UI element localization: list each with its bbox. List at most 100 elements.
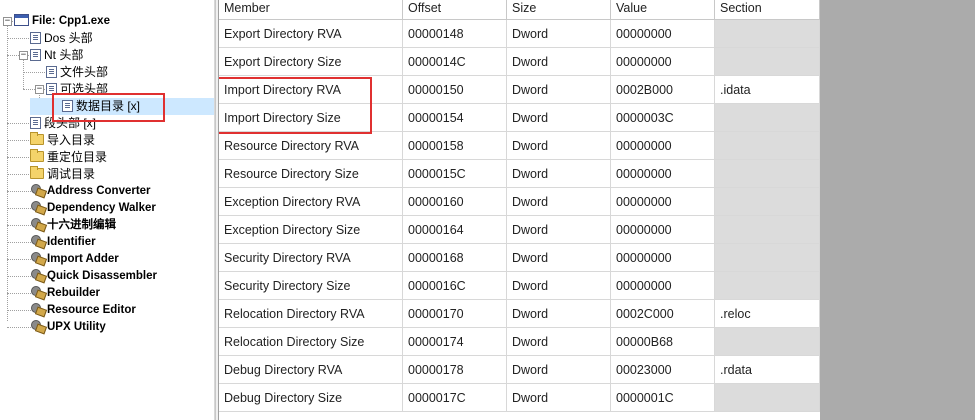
column-header[interactable]: Value [611,0,715,20]
table-row[interactable]: Resource Directory RVA 00000158 Dword 00000… [219,132,820,160]
table-cell: 00000000 [611,160,715,188]
table-cell: Dword [507,104,611,132]
tree-item-label: File: Cpp1.exe [32,15,110,27]
table-row[interactable]: Export Directory Size 0000014C Dword 000000… [219,48,820,76]
table-cell [715,328,820,356]
table-cell [715,188,820,216]
page-icon [62,99,73,112]
table-cell: Dword [507,132,611,160]
table-cell: Dword [507,160,611,188]
table-cell: Dword [507,244,611,272]
tree-connector-line [23,72,47,73]
tree-item-label: 数据目录 [x] [76,99,141,113]
table-cell: 00000168 [403,244,507,272]
table-cell: 00000154 [403,104,507,132]
tree-item-label: Import Adder [47,253,119,265]
tree-item[interactable]: Identifier [30,234,96,251]
table-cell: Security Directory Size [219,272,403,300]
table-cell: Debug Directory RVA [219,356,403,384]
page-icon [30,31,41,44]
tool-icon [30,302,44,315]
table-cell: Exception Directory RVA [219,188,403,216]
table-row[interactable]: Security Directory RVA 00000168 Dword 00000… [219,244,820,272]
table-row[interactable]: Security Directory Size 0000016C Dword 0000… [219,272,820,300]
table-cell: Dword [507,328,611,356]
tree-item[interactable]: 十六进制编辑 [30,217,116,234]
table-cell: Relocation Directory Size [219,328,403,356]
tree-item[interactable]: Dependency Walker [30,200,156,217]
tree-connector-line [7,140,31,141]
tree-collapse-toggle[interactable]: − [3,17,12,26]
tree-item[interactable]: Nt 头部 [30,47,83,64]
table-cell: 00000000 [611,20,715,48]
tree-connector-line [7,293,31,294]
table-cell: Dword [507,76,611,104]
table-row[interactable]: Relocation Directory RVA 00000170 Dword 000… [219,300,820,328]
tree-item-label: Nt 头部 [44,48,84,62]
tree-item[interactable]: File: Cpp1.exe [14,13,110,30]
tree-item[interactable]: UPX Utility [30,319,106,336]
table-cell: Dword [507,48,611,76]
table-cell: Dword [507,188,611,216]
tree-item[interactable]: 数据目录 [x] [30,98,214,115]
table-row[interactable]: Export Directory RVA 00000148 Dword 0000000… [219,20,820,48]
table-row[interactable]: Exception Directory Size 00000164 Dword 000… [219,216,820,244]
tool-icon [30,234,44,247]
tree-item[interactable]: Address Converter [30,183,151,200]
table-row[interactable]: Debug Directory RVA 00000178 Dword 00023000… [219,356,820,384]
tool-icon [30,183,44,196]
tree-item-label: Quick Disassembler [47,270,157,282]
table-cell: Export Directory Size [219,48,403,76]
table-cell: 00000000 [611,132,715,160]
table-cell: 0002C000 [611,300,715,328]
folder-icon [30,149,44,163]
column-header[interactable]: Offset [403,0,507,20]
table-cell: .reloc [715,300,820,328]
table-row[interactable]: Debug Directory Size 0000017C Dword 0000001… [219,384,820,412]
tree-item[interactable]: 可选头部 [46,81,108,98]
column-header[interactable]: Size [507,0,611,20]
table-cell: Exception Directory Size [219,216,403,244]
tree-connector-line [7,174,31,175]
tree-item[interactable]: Quick Disassembler [30,268,157,285]
tree-collapse-toggle[interactable]: − [35,85,44,94]
table-cell: 00000000 [611,48,715,76]
tree-item[interactable]: Resource Editor [30,302,136,319]
tool-icon [30,251,44,264]
table-cell: Dword [507,356,611,384]
tree-item-label: 重定位目录 [47,150,108,164]
tree-item-label: 调试目录 [47,167,96,181]
tree-item[interactable]: Import Adder [30,251,119,268]
table-cell [715,160,820,188]
tree-item-label: UPX Utility [47,321,106,333]
table-cell: .rdata [715,356,820,384]
table-cell: 00000000 [611,272,715,300]
table-cell: Dword [507,384,611,412]
column-header[interactable]: Member [219,0,403,20]
tree-item[interactable]: Dos 头部 [30,30,93,47]
tree-item-label: Dependency Walker [47,202,156,214]
tree-connector-line [7,208,31,209]
tree-item[interactable]: 段头部 [x] [30,115,96,132]
table-row[interactable]: Resource Directory Size 0000015C Dword 0000… [219,160,820,188]
table-row[interactable]: Import Directory Size 00000154 Dword 000000… [219,104,820,132]
tree-item[interactable]: 调试目录 [30,166,95,183]
window-icon [14,13,29,26]
table-cell [715,272,820,300]
tree-item[interactable]: Rebuilder [30,285,100,302]
tree-item[interactable]: 导入目录 [30,132,95,149]
table-row[interactable]: Relocation Directory Size 00000174 Dword 00… [219,328,820,356]
tree-item[interactable]: 重定位目录 [30,149,107,166]
table-row[interactable]: Import Directory RVA 00000150 Dword 0002B00… [219,76,820,104]
tree-item[interactable]: 文件头部 [46,64,108,81]
tree-item-label: 文件头部 [60,65,109,79]
tree-connector-line [7,38,31,39]
table-cell [715,20,820,48]
table-cell: Dword [507,300,611,328]
table-cell: 0000015C [403,160,507,188]
table-row[interactable]: Exception Directory RVA 00000160 Dword 0000… [219,188,820,216]
page-icon [46,82,57,95]
tree-collapse-toggle[interactable]: − [19,51,28,60]
column-header[interactable]: Section [715,0,820,20]
table-cell: 00000000 [611,188,715,216]
